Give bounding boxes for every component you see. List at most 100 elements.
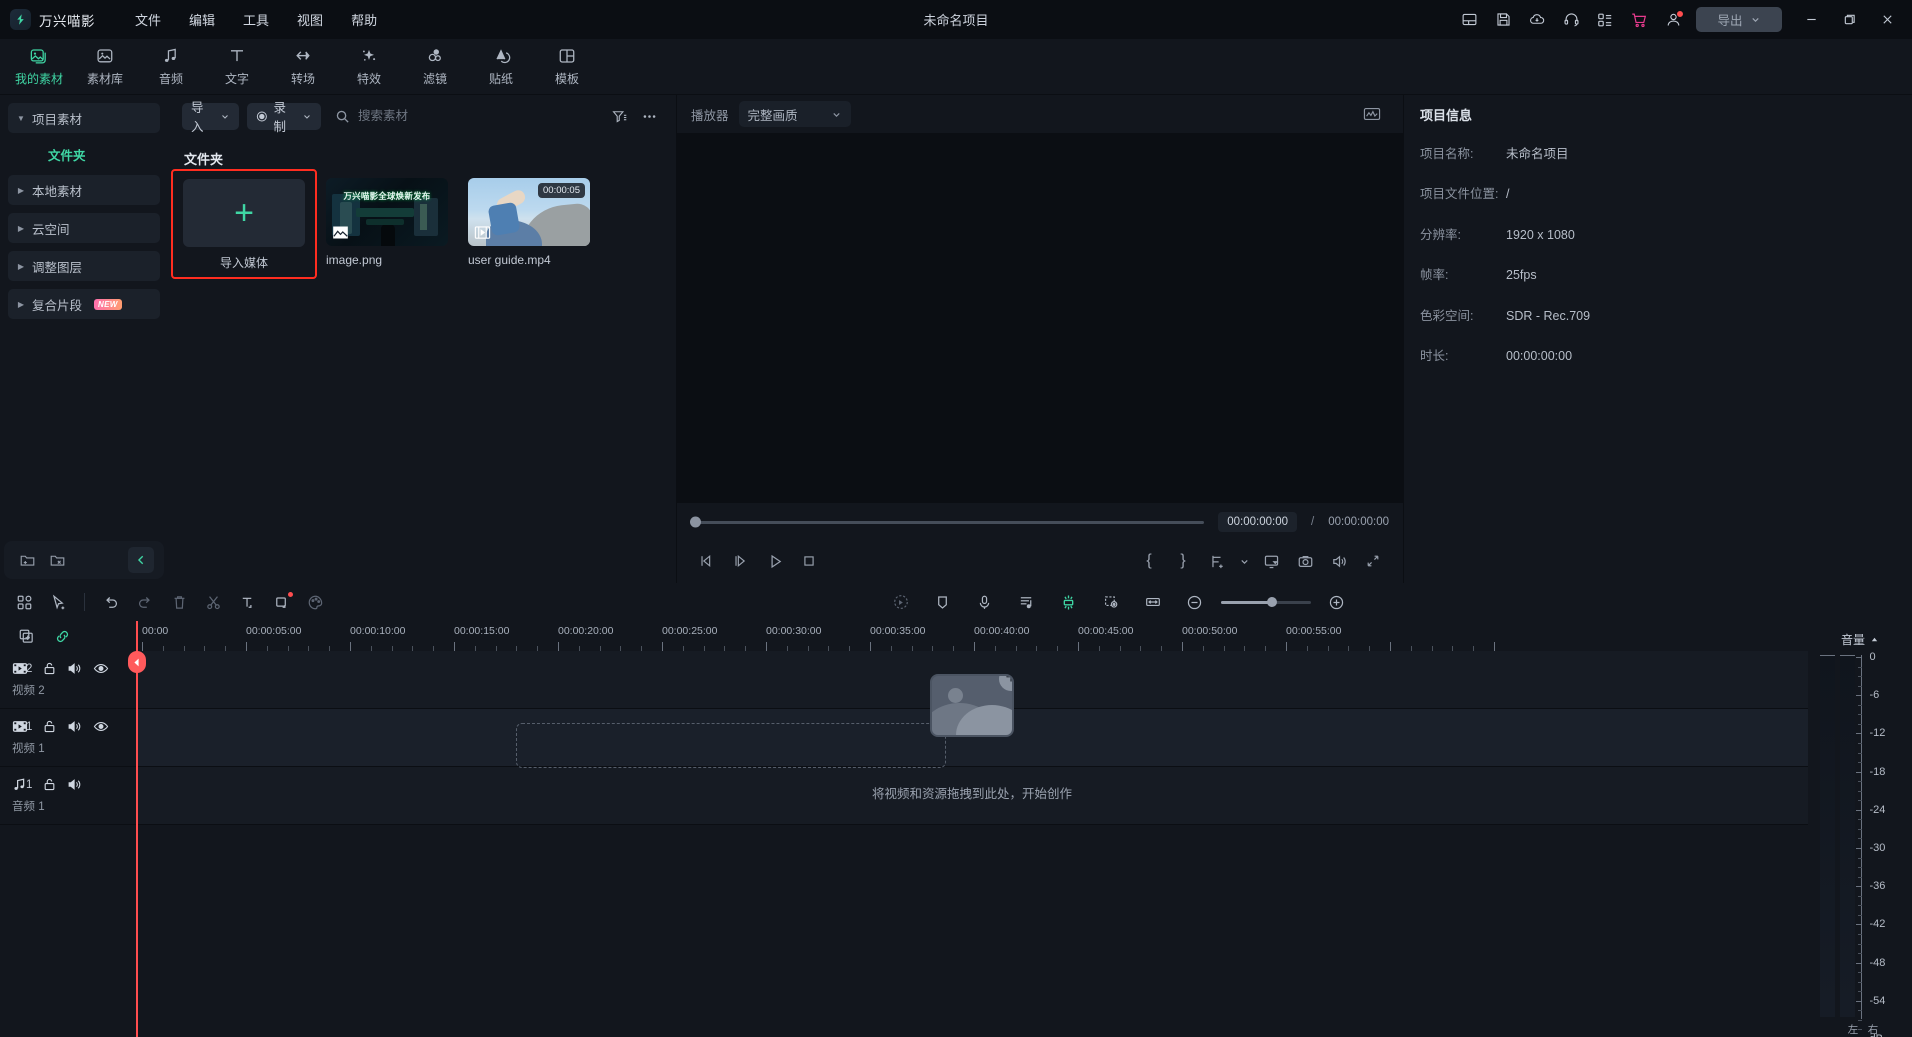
video-stage[interactable] — [677, 133, 1403, 503]
color-palette-icon[interactable] — [299, 588, 331, 616]
sidebar-item-local-media[interactable]: ▶ 本地素材 — [8, 175, 160, 205]
meter-title[interactable]: 音量 — [1841, 627, 1879, 651]
layout-icon[interactable] — [1452, 5, 1486, 35]
tab-my-media[interactable]: 我的素材 — [6, 41, 72, 93]
sidebar-item-folder[interactable]: 文件夹 — [8, 141, 160, 167]
menu-file[interactable]: 文件 — [121, 5, 175, 34]
split-scissors-icon[interactable] — [197, 588, 229, 616]
chevron-up-icon[interactable] — [1870, 635, 1879, 644]
sidebar-item-cloud[interactable]: ▶ 云空间 — [8, 213, 160, 243]
sidebar-item-adjustment-layer[interactable]: ▶ 调整图层 — [8, 251, 160, 281]
play-icon[interactable] — [759, 546, 791, 576]
sidebar-item-project-media[interactable]: ▼ 项目素材 — [8, 103, 160, 133]
new-folder-icon[interactable] — [14, 547, 40, 573]
track-row-video-1[interactable] — [136, 709, 1808, 767]
record-button[interactable]: 录制 — [247, 103, 321, 130]
save-icon[interactable] — [1486, 5, 1520, 35]
menu-view[interactable]: 视图 — [283, 5, 337, 34]
track-row-audio-1[interactable] — [136, 767, 1808, 825]
auto-reframe-icon[interactable] — [885, 588, 917, 616]
lock-icon[interactable] — [42, 661, 57, 676]
stop-icon[interactable] — [793, 546, 825, 576]
split-dropdown-icon[interactable] — [1201, 546, 1233, 576]
close-button[interactable] — [1868, 5, 1906, 35]
crop-shape-icon[interactable] — [265, 588, 297, 616]
fullscreen-icon[interactable] — [1357, 546, 1389, 576]
scrubber-handle[interactable] — [690, 517, 701, 528]
tab-sticker[interactable]: 贴纸 — [468, 41, 534, 93]
apps-grid-icon[interactable] — [1588, 5, 1622, 35]
track-header-audio-1[interactable]: 1 — [0, 767, 136, 825]
tab-transition[interactable]: 转场 — [270, 41, 336, 93]
zoom-handle[interactable] — [1267, 597, 1277, 607]
keyframe-icon[interactable] — [1095, 588, 1127, 616]
tab-audio[interactable]: 音频 — [138, 41, 204, 93]
prev-frame-icon[interactable] — [691, 546, 723, 576]
tab-filter[interactable]: 滤镜 — [402, 41, 468, 93]
collapse-panel-icon[interactable] — [128, 547, 154, 573]
tab-template[interactable]: 模板 — [534, 41, 600, 93]
export-button[interactable]: 导出 — [1696, 7, 1782, 32]
maximize-button[interactable] — [1830, 5, 1868, 35]
track-header-video-2[interactable]: 2 — [0, 651, 136, 709]
delete-trash-icon[interactable] — [163, 588, 195, 616]
menu-tools[interactable]: 工具 — [229, 5, 283, 34]
zoom-in-icon[interactable] — [1321, 588, 1353, 616]
mute-icon[interactable] — [67, 661, 83, 676]
timeline-ruler[interactable]: 00:0000:00:05:0000:00:10:0000:00:15:0000… — [136, 621, 1808, 651]
templates-grid-icon[interactable] — [8, 588, 40, 616]
playback-scrubber[interactable] — [691, 521, 1204, 524]
waveform-icon[interactable] — [1355, 99, 1389, 129]
track-header-video-1[interactable]: 1 — [0, 709, 136, 767]
mute-icon[interactable] — [67, 777, 83, 792]
magnetic-snap-icon[interactable] — [1053, 588, 1085, 616]
media-thumbnail[interactable]: 00:00:05 — [468, 178, 590, 246]
lock-icon[interactable] — [42, 777, 57, 792]
tab-effects[interactable]: 特效 — [336, 41, 402, 93]
undo-icon[interactable] — [95, 588, 127, 616]
track-row-video-2[interactable] — [136, 651, 1808, 709]
sidebar-item-compound-clip[interactable]: ▶ 复合片段 NEW — [8, 289, 160, 319]
playhead[interactable] — [136, 621, 138, 1037]
zoom-out-icon[interactable] — [1179, 588, 1211, 616]
mute-icon[interactable] — [67, 719, 83, 734]
import-button[interactable]: 导入 — [182, 103, 239, 130]
playhead-handle[interactable] — [128, 651, 146, 673]
mark-in-icon[interactable]: { — [1133, 546, 1165, 576]
audio-mixer-icon[interactable] — [1011, 588, 1043, 616]
search-input[interactable] — [358, 109, 598, 123]
cart-icon[interactable] — [1622, 5, 1656, 35]
add-text-icon[interactable] — [231, 588, 263, 616]
media-item-image[interactable]: 万兴喵影全球焕新发布 image.png — [326, 178, 448, 267]
delete-folder-icon[interactable] — [44, 547, 70, 573]
import-media-thumb[interactable]: + — [183, 179, 305, 247]
voiceover-mic-icon[interactable] — [969, 588, 1001, 616]
media-thumbnail[interactable]: 万兴喵影全球焕新发布 — [326, 178, 448, 246]
link-icon[interactable] — [46, 622, 78, 650]
filter-sort-icon[interactable] — [606, 103, 632, 129]
account-icon[interactable] — [1656, 5, 1690, 35]
eye-icon[interactable] — [93, 661, 109, 676]
headset-icon[interactable] — [1554, 5, 1588, 35]
cloud-download-icon[interactable] — [1520, 5, 1554, 35]
eye-icon[interactable] — [93, 719, 109, 734]
import-media-tile[interactable]: + 导入媒体 — [183, 179, 305, 271]
chevron-down-icon[interactable] — [1235, 546, 1253, 576]
redo-icon[interactable] — [129, 588, 161, 616]
select-cursor-icon[interactable] — [42, 588, 74, 616]
lock-icon[interactable] — [42, 719, 57, 734]
media-item-video[interactable]: 00:00:05 user guide.mp4 — [468, 178, 590, 267]
next-frame-icon[interactable] — [725, 546, 757, 576]
timeline-canvas[interactable]: + 将视频和资源拖拽到此处，开始创作 — [136, 651, 1808, 1037]
menu-edit[interactable]: 编辑 — [175, 5, 229, 34]
volume-icon[interactable] — [1323, 546, 1355, 576]
menu-help[interactable]: 帮助 — [337, 5, 391, 34]
add-track-icon[interactable] — [10, 622, 42, 650]
minimize-button[interactable] — [1792, 5, 1830, 35]
pip-screen-icon[interactable] — [1255, 546, 1287, 576]
more-options-icon[interactable] — [636, 103, 662, 129]
marker-icon[interactable] — [927, 588, 959, 616]
tab-stock-library[interactable]: 素材库 — [72, 41, 138, 93]
tab-text[interactable]: 文字 — [204, 41, 270, 93]
snapshot-camera-icon[interactable] — [1289, 546, 1321, 576]
